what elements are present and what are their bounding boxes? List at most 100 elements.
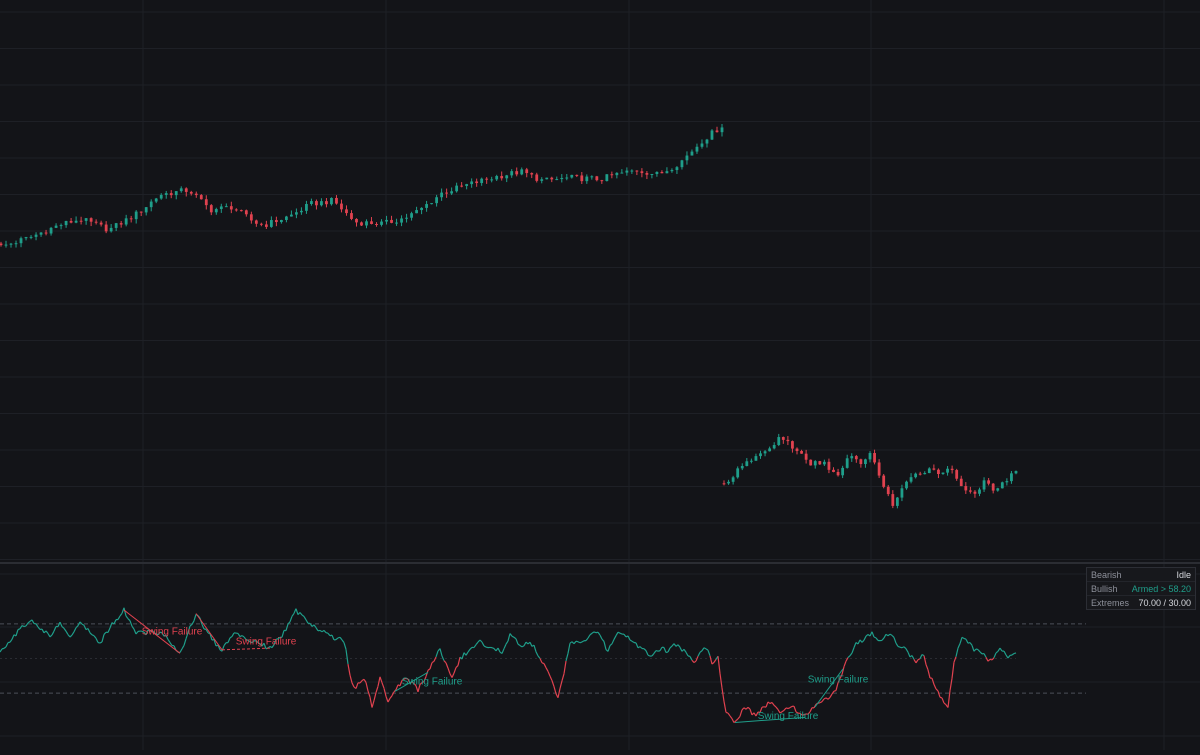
candle-body [901,488,904,497]
candle-body [230,206,233,209]
candle [145,207,148,215]
candle [455,183,458,193]
candle-body [809,460,812,466]
candle-body [796,449,799,451]
candle [969,487,972,494]
candle [983,477,986,492]
candle-body [250,214,253,220]
candle [20,237,23,248]
candle [85,218,88,225]
candle [846,455,849,469]
candle [796,447,799,454]
candle-body [445,193,448,194]
candle-body [640,171,643,173]
candle-body [465,184,468,186]
candle-body [1010,473,1013,481]
candle-body [570,175,573,178]
oscillator-line-segment [580,642,582,643]
candle [855,455,858,463]
candle [560,174,563,182]
candle [1005,478,1008,485]
candle [721,124,724,137]
candle [490,177,493,183]
oscillator-line-segment [788,708,790,709]
candle [495,175,498,181]
candle-body [475,181,478,183]
candle-body [873,453,876,462]
oscillator-line-segment [900,647,902,648]
candle [1001,482,1004,489]
candle-body [45,233,48,234]
candle-body [170,193,173,195]
candle-body [175,191,178,195]
candle-body [425,204,428,208]
candle-body [869,453,872,459]
candle [285,216,288,222]
candle [70,218,73,223]
candle [515,167,518,176]
candle-body [550,178,553,180]
candle-body [195,194,198,195]
candle-body [415,210,418,213]
candle-body [285,217,288,220]
candle-body [80,221,83,222]
candle-body [823,462,826,465]
candle-body [505,175,508,178]
candle [530,172,533,178]
candle [805,450,808,464]
candle [651,174,654,178]
candle [901,485,904,501]
candle [590,175,593,179]
candle [992,483,995,493]
candle [671,168,674,172]
status-row-bearish: Bearish Idle [1087,568,1195,582]
chart-canvas[interactable]: Swing FailureSwing FailureSwing FailureS… [0,0,1200,750]
candle-body [946,469,949,473]
candle-body [420,208,423,210]
candle [882,474,885,488]
candle-body [110,228,113,231]
candle [80,217,83,225]
candle-body [305,204,308,211]
candle-body [818,461,821,464]
candle [180,186,183,192]
candle-body [1005,481,1008,482]
oscillator-line-segment [786,708,788,709]
candle-body [560,178,563,179]
candle [230,202,233,213]
candle-body [645,173,648,175]
candle-body [400,218,403,222]
chart-svg: Swing FailureSwing FailureSwing FailureS… [0,0,1200,750]
oscillator-line-segment [834,691,836,692]
candle [185,187,188,196]
candle [716,127,719,133]
candle-body [525,169,528,173]
candle-body [691,152,694,156]
candle-body [220,206,223,209]
candle [520,167,523,175]
candle-body [450,191,453,193]
candle-body [575,175,578,176]
candle [706,139,709,148]
candle-body [485,179,488,180]
candle-body [35,235,38,237]
candle [832,467,835,472]
candle-body [215,209,218,212]
candle-body [20,238,23,243]
candle-body [974,492,977,494]
candle-body [736,468,739,477]
candle-body [686,156,689,161]
candle-body [405,218,408,219]
candle [782,437,785,444]
status-value: Armed > 58.20 [1132,584,1191,594]
candle [105,221,108,233]
candle [10,243,13,248]
oscillator-line-segment [620,633,622,634]
candle [75,216,78,223]
candle [891,490,894,508]
candle [310,199,313,206]
candle-body [310,201,313,204]
candle [300,207,303,214]
candle-body [942,473,945,474]
candle [270,216,273,227]
